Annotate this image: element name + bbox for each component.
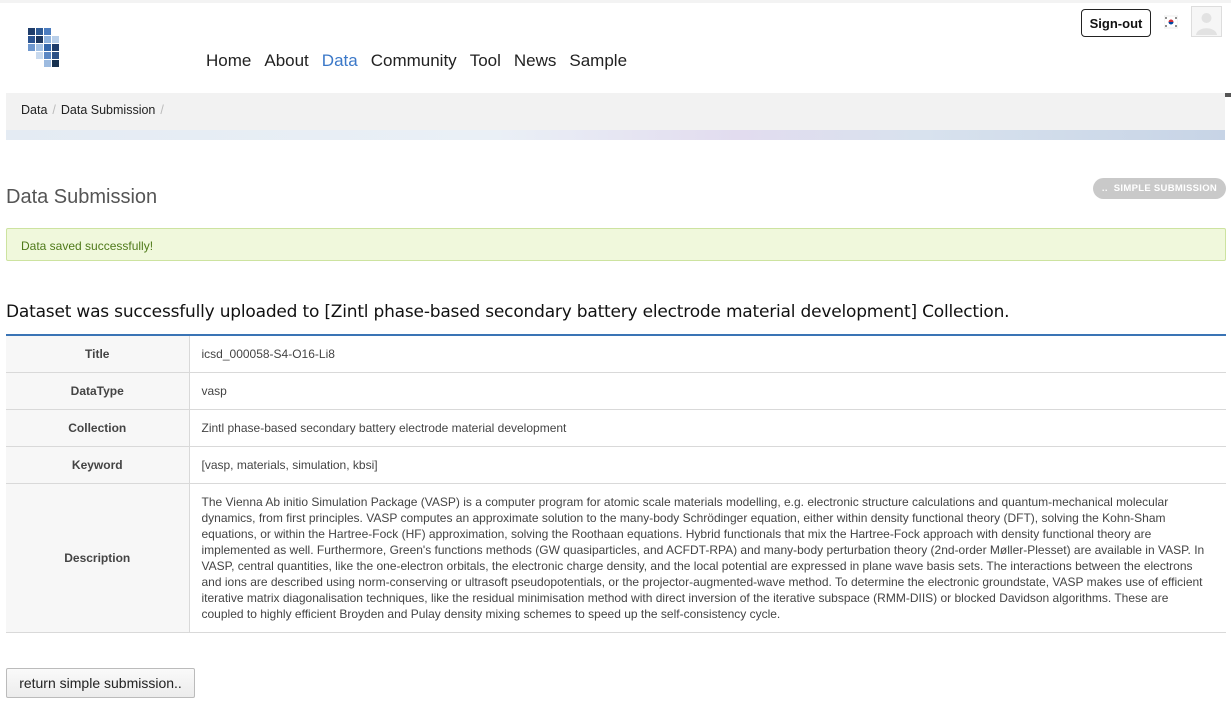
- row-value-datatype: vasp: [189, 372, 1226, 410]
- row-label-datatype: DataType: [6, 372, 190, 410]
- logo-grid-icon: [28, 28, 59, 67]
- breadcrumb-separator: /: [160, 103, 164, 117]
- upload-success-heading: Dataset was successfully uploaded to [Zi…: [6, 302, 1010, 322]
- nav-about[interactable]: About: [264, 51, 308, 71]
- nav-sample[interactable]: Sample: [569, 51, 627, 71]
- table-row: Collection Zintl phase-based secondary b…: [6, 409, 1226, 447]
- table-row: Keyword [vasp, materials, simulation, kb…: [6, 446, 1226, 484]
- row-label-keyword: Keyword: [6, 446, 190, 484]
- user-avatar-icon[interactable]: [1191, 6, 1222, 37]
- simple-submission-button[interactable]: .. SIMPLE SUBMISSION: [1093, 178, 1226, 199]
- nav-home[interactable]: Home: [206, 51, 251, 71]
- row-label-description: Description: [6, 483, 190, 633]
- breadcrumb-data-submission[interactable]: Data Submission: [61, 103, 156, 117]
- breadcrumb: Data / Data Submission /: [21, 103, 164, 117]
- nav-tool[interactable]: Tool: [470, 51, 501, 71]
- row-value-collection: Zintl phase-based secondary battery elec…: [189, 409, 1226, 447]
- breadcrumb-banner: [6, 93, 1225, 140]
- breadcrumb-separator: /: [52, 103, 56, 117]
- nav-data[interactable]: Data: [322, 51, 358, 71]
- row-value-title: icsd_000058-S4-O16-Li8: [189, 335, 1226, 373]
- simple-submission-prefix: ..: [1101, 183, 1108, 194]
- nav-news[interactable]: News: [514, 51, 557, 71]
- banner-edge-mark: [1225, 93, 1231, 97]
- site-logo[interactable]: [22, 24, 70, 72]
- success-alert: Data saved successfully!: [6, 228, 1226, 261]
- row-label-title: Title: [6, 335, 190, 373]
- signout-button[interactable]: Sign-out: [1081, 9, 1151, 37]
- top-strip: [0, 0, 1231, 3]
- breadcrumb-data[interactable]: Data: [21, 103, 47, 117]
- row-label-collection: Collection: [6, 409, 190, 447]
- simple-submission-label: SIMPLE SUBMISSION: [1113, 183, 1218, 194]
- main-nav: Home About Data Community Tool News Samp…: [206, 51, 627, 71]
- nav-community[interactable]: Community: [371, 51, 457, 71]
- table-row: Title icsd_000058-S4-O16-Li8: [6, 335, 1226, 373]
- row-value-description: The Vienna Ab initio Simulation Package …: [189, 483, 1226, 633]
- page-title: Data Submission: [6, 186, 158, 208]
- table-row: DataType vasp: [6, 372, 1226, 410]
- dataset-details-table: Title icsd_000058-S4-O16-Li8 DataType va…: [6, 334, 1226, 633]
- table-row: Description The Vienna Ab initio Simulat…: [6, 483, 1226, 633]
- return-simple-submission-button[interactable]: return simple submission..: [6, 668, 195, 698]
- korea-flag-icon[interactable]: [1163, 15, 1179, 29]
- row-value-keyword: [vasp, materials, simulation, kbsi]: [189, 446, 1226, 484]
